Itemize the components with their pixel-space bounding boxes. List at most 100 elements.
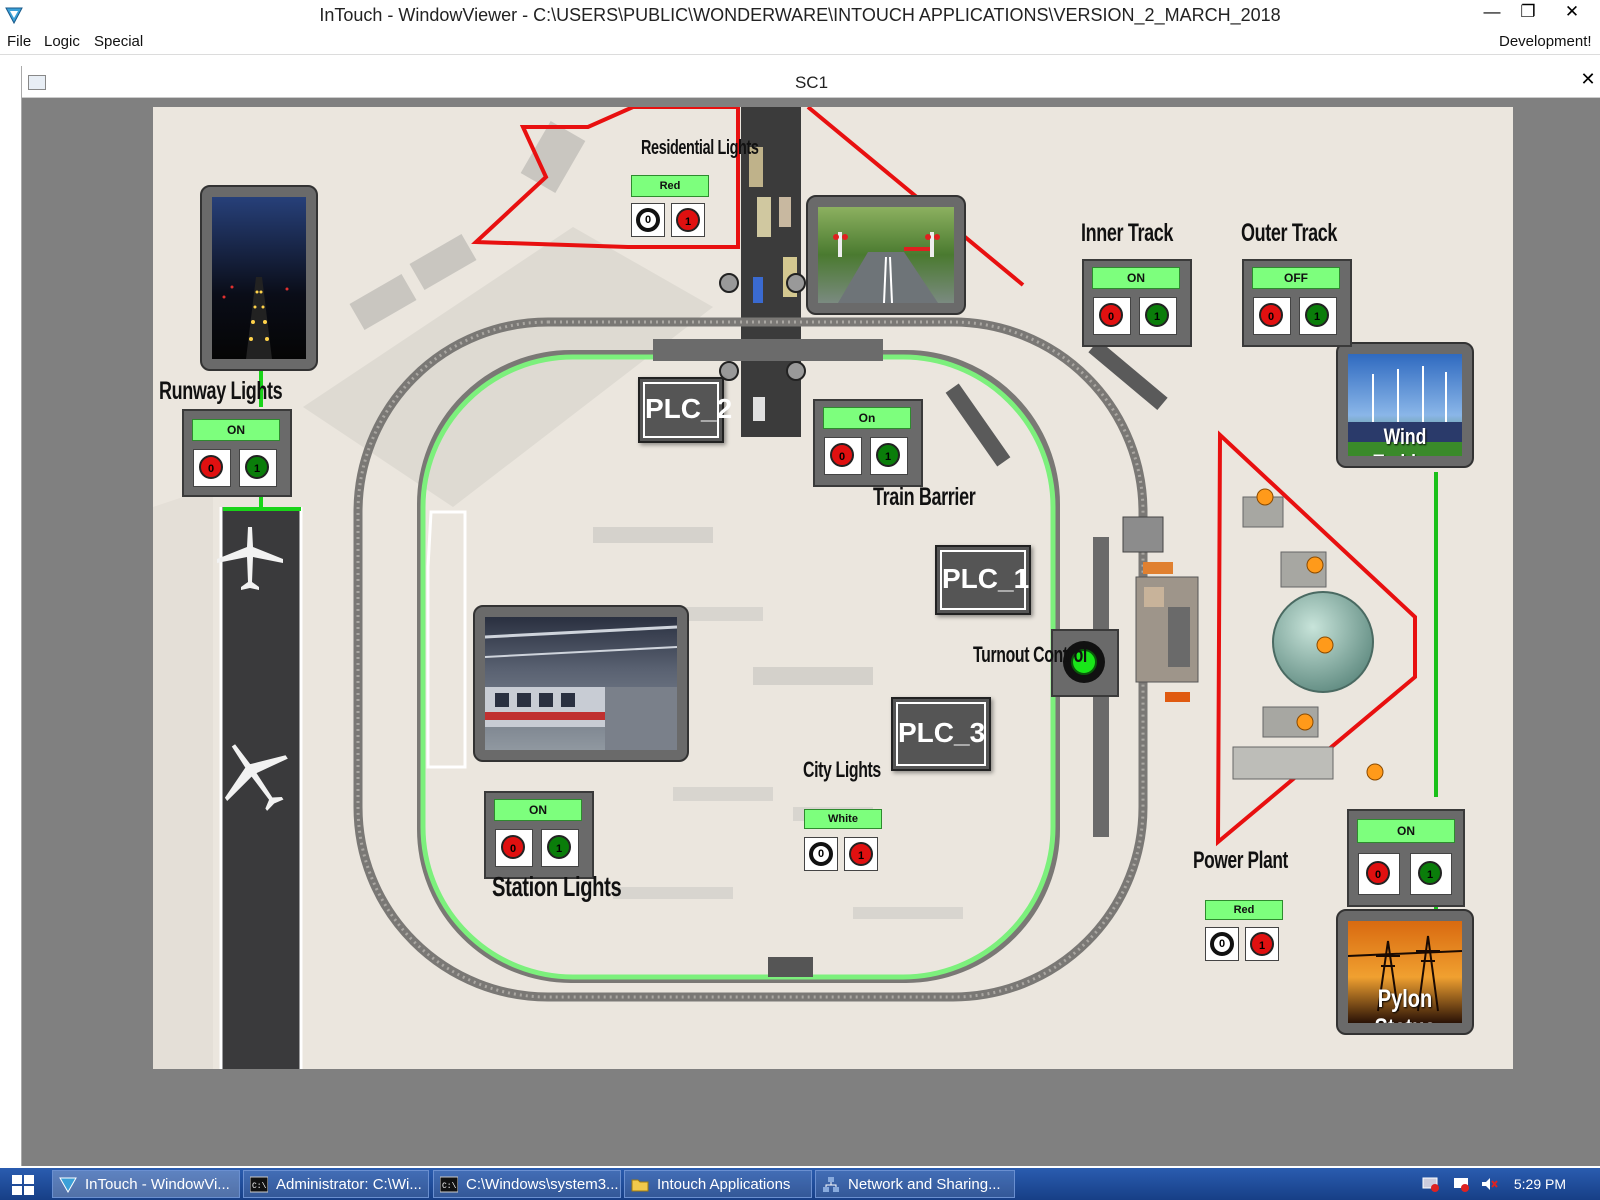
status-lamp <box>1306 556 1324 574</box>
network-icon <box>823 1177 839 1192</box>
svg-text:C:\: C:\ <box>442 1182 457 1191</box>
inner-track-panel: ON 0 1 <box>1082 259 1192 347</box>
residential-lights-status: Red <box>631 175 709 197</box>
action-center-icon[interactable] <box>1452 1176 1470 1192</box>
restore-button[interactable]: ❐ <box>1508 0 1548 26</box>
plc-1-box[interactable]: PLC_1 <box>935 545 1031 615</box>
taskbar-item-system-cmd[interactable]: C:\ C:\Windows\system3... <box>433 1170 621 1198</box>
status-lamp <box>1296 713 1314 731</box>
svg-text:C:\: C:\ <box>252 1182 267 1191</box>
plc-3-box[interactable]: PLC_3 <box>891 697 991 771</box>
plc-3-label: PLC_3 <box>896 702 986 766</box>
wind-turbine-image: Wind Turbine <box>1348 354 1462 456</box>
train-barrier-panel: On 0 1 <box>813 399 923 487</box>
inner-track-on-button[interactable]: 1 <box>1139 297 1177 335</box>
pylon-on-button[interactable]: 1 <box>1410 853 1452 895</box>
pylon-off-button[interactable]: 0 <box>1358 853 1400 895</box>
train-barrier-label: Train Barrier <box>873 483 976 511</box>
city-lights-status: White <box>804 809 882 829</box>
runway-lights-status: ON <box>192 419 280 441</box>
train-station-image <box>485 617 677 750</box>
close-button[interactable]: ✕ <box>1552 0 1592 26</box>
status-lamp <box>1366 763 1384 781</box>
plc-2-box[interactable]: PLC_2 <box>638 377 732 443</box>
residential-lights-on-button[interactable]: 1 <box>671 203 705 237</box>
taskbar-item-intouch-applications[interactable]: Intouch Applications <box>624 1170 812 1198</box>
wind-turbine-frame[interactable]: Wind Turbine <box>1336 342 1474 468</box>
runway-lights-label: Runway Lights <box>159 377 283 405</box>
volume-muted-icon[interactable] <box>1480 1176 1498 1192</box>
station-camera-frame <box>473 605 689 762</box>
station-lights-status: ON <box>494 799 582 821</box>
inner-track-off-button[interactable]: 0 <box>1093 297 1131 335</box>
start-windows-icon[interactable] <box>12 1175 34 1195</box>
title-bar: InTouch - WindowViewer - C:\USERS\PUBLIC… <box>0 0 1600 31</box>
station-lights-panel: ON 0 1 <box>484 791 594 879</box>
city-lights-label: City Lights <box>803 757 881 782</box>
city-lights-off-button[interactable]: 0 <box>804 837 838 871</box>
outer-track-label: Outer Track <box>1241 219 1338 247</box>
wind-turbine-label: Wind Turbine <box>1373 424 1436 456</box>
taskbar-item-network[interactable]: Network and Sharing... <box>815 1170 1015 1198</box>
level-crossing-image <box>818 207 954 303</box>
cmd-icon: C:\ <box>440 1176 458 1193</box>
turnout-control-label: Turnout Control <box>973 642 1087 667</box>
taskbar-clock[interactable]: 5:29 PM <box>1514 1176 1566 1192</box>
menu-file[interactable]: File <box>7 33 31 50</box>
power-plant-label: Power Plant <box>1193 847 1288 874</box>
pylon-control-panel: ON 0 1 <box>1347 809 1465 907</box>
barrier-post <box>786 361 806 381</box>
status-lamp <box>1256 488 1274 506</box>
plc-2-label: PLC_2 <box>643 382 732 438</box>
status-lamp <box>1316 636 1334 654</box>
barrier-camera-frame <box>806 195 966 315</box>
runway-lights-on-button[interactable]: 1 <box>239 449 277 487</box>
menu-bar: File Logic Special Development! <box>0 30 1600 55</box>
child-window-titlebar: SC1 ✕ <box>22 66 1600 98</box>
residential-lights-off-button[interactable]: 0 <box>631 203 665 237</box>
runway-lights-off-button[interactable]: 0 <box>193 449 231 487</box>
menu-special[interactable]: Special <box>94 33 143 50</box>
power-plant-off-button[interactable]: 0 <box>1205 927 1239 961</box>
station-lights-off-button[interactable]: 0 <box>495 829 533 867</box>
taskbar: InTouch - WindowVi... C:\ Administrator:… <box>0 1168 1600 1200</box>
plc-1-label: PLC_1 <box>940 550 1029 610</box>
outer-track-off-button[interactable]: 0 <box>1253 297 1291 335</box>
menu-logic[interactable]: Logic <box>44 33 80 50</box>
inner-track-status: ON <box>1092 267 1180 289</box>
station-lights-on-button[interactable]: 1 <box>541 829 579 867</box>
runway-night-image <box>212 197 306 359</box>
outer-track-on-button[interactable]: 1 <box>1299 297 1337 335</box>
train-barrier-on-button[interactable]: 1 <box>870 437 908 475</box>
window-title: InTouch - WindowViewer - C:\USERS\PUBLIC… <box>319 5 1281 25</box>
residential-lights-label: Residential Lights <box>641 137 759 159</box>
barrier-post <box>719 273 739 293</box>
power-plant-status: Red <box>1205 900 1283 920</box>
pylon-status-frame[interactable]: Pylon Status <box>1336 909 1474 1035</box>
runway-lights-panel: ON 0 1 <box>182 409 292 497</box>
runway-camera-frame <box>200 185 318 371</box>
train-barrier-off-button[interactable]: 0 <box>824 437 862 475</box>
barrier-post <box>786 273 806 293</box>
child-window-title: SC1 <box>794 73 829 92</box>
power-plant-on-button[interactable]: 1 <box>1245 927 1279 961</box>
train-barrier-status: On <box>823 407 911 429</box>
taskbar-item-intouch[interactable]: InTouch - WindowVi... <box>52 1170 240 1198</box>
outer-track-panel: OFF 0 1 <box>1242 259 1352 347</box>
folder-icon <box>631 1179 649 1192</box>
minimize-button[interactable]: — <box>1472 0 1512 26</box>
pylon-status-label: Pylon Status <box>1374 985 1435 1023</box>
intouch-icon <box>59 1177 77 1193</box>
network-tray-icon[interactable] <box>1422 1176 1440 1192</box>
city-lights-on-button[interactable]: 1 <box>844 837 878 871</box>
station-lights-label: Station Lights <box>492 871 622 902</box>
pylon-control-status: ON <box>1357 819 1455 843</box>
taskbar-item-admin-cmd[interactable]: C:\ Administrator: C:\Wi... <box>243 1170 429 1198</box>
cmd-icon: C:\ <box>250 1176 268 1193</box>
model-scene: Wind Turbine Pylon Status PLC_2 PLC_1 PL… <box>153 107 1513 1069</box>
pylon-image: Pylon Status <box>1348 921 1462 1023</box>
child-close-button[interactable]: ✕ <box>1577 69 1599 93</box>
outer-track-status: OFF <box>1252 267 1340 289</box>
development-menu[interactable]: Development! <box>1499 33 1592 50</box>
inner-track-label: Inner Track <box>1081 219 1174 247</box>
